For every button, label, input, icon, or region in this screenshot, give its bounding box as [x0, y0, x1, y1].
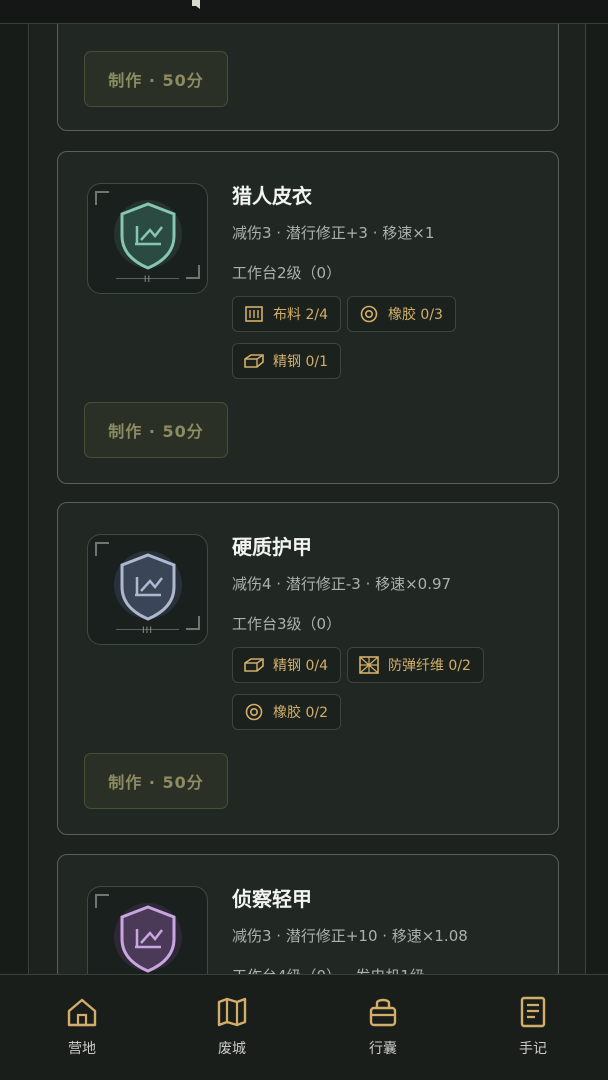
item-stats: 减伤3 · 潜行修正+10 · 移速×1.08: [232, 927, 468, 945]
home-icon: [67, 998, 97, 1027]
workbench-requirement: 工作台3级（0）: [232, 615, 342, 633]
journal-icon: [520, 996, 546, 1028]
item-title: 硬质护甲: [232, 535, 312, 559]
bottom-navigation: 营地 废城 行囊 手记: [0, 974, 608, 1080]
material-chip: 橡胶 0/3: [346, 296, 456, 332]
nav-backpack[interactable]: 行囊: [333, 995, 433, 1065]
speaker-icon: [192, 0, 200, 9]
craft-button[interactable]: 制作 · 50分: [84, 402, 228, 458]
material-chip: 精钢 0/1: [232, 343, 341, 379]
workbench-requirement: 工作台4级（0） · 发电机1级: [232, 965, 425, 974]
item-title: 侦察轻甲: [232, 887, 312, 911]
right-rail: [585, 24, 608, 974]
materials-list: 布料 2/4 橡胶 0/3 精钢 0/1: [232, 296, 532, 390]
material-chip: 布料 2/4: [232, 296, 341, 332]
material-chip: 橡胶 0/2: [232, 694, 341, 730]
item-title: 猎人皮衣: [232, 184, 312, 208]
tier-mark: III: [142, 626, 153, 636]
recipe-card: 制作 · 50分: [57, 24, 559, 131]
recipe-card: II 猎人皮衣 减伤3 · 潜行修正+3 · 移速×1 工作台2级（0） 布料 …: [57, 151, 559, 484]
backpack-icon: [369, 998, 397, 1027]
rubber-icon: [360, 305, 378, 323]
item-thumbnail: II: [87, 183, 208, 294]
workbench-requirement: 工作台2级（0）: [232, 264, 342, 282]
armor-shield-icon: [114, 903, 182, 973]
cloth-icon: [245, 306, 263, 322]
item-stats: 减伤4 · 潜行修正-3 · 移速×0.97: [232, 575, 452, 593]
nav-journal[interactable]: 手记: [483, 995, 583, 1065]
kevlar-icon: [359, 656, 379, 674]
steel-icon: [244, 658, 264, 672]
craft-button[interactable]: 制作 · 50分: [84, 753, 228, 809]
item-stats: 减伤3 · 潜行修正+3 · 移速×1: [232, 224, 435, 242]
left-rail: [0, 24, 29, 974]
steel-icon: [244, 354, 264, 368]
rubber-icon: [245, 703, 263, 721]
recipe-card: 侦察轻甲 减伤3 · 潜行修正+10 · 移速×1.08 工作台4级（0） · …: [57, 854, 559, 974]
armor-shield-icon: [114, 200, 182, 270]
craft-button[interactable]: 制作 · 50分: [84, 51, 228, 107]
recipe-list[interactable]: 制作 · 50分 II 猎人皮衣 减伤3 · 潜行修正+3 · 移速×1 工作台…: [0, 24, 608, 974]
materials-list: 精钢 0/4 防弹纤维 0/2 橡胶 0/2: [232, 647, 532, 741]
tier-mark: II: [143, 275, 152, 285]
map-icon: [217, 997, 247, 1027]
armor-shield-icon: [114, 551, 182, 621]
top-status-bar: [0, 0, 608, 24]
material-chip: 精钢 0/4: [232, 647, 341, 683]
nav-ruined-city[interactable]: 废城: [182, 995, 282, 1065]
item-thumbnail: [87, 886, 208, 974]
material-chip: 防弹纤维 0/2: [346, 647, 484, 683]
recipe-card: III 硬质护甲 减伤4 · 潜行修正-3 · 移速×0.97 工作台3级（0）…: [57, 502, 559, 835]
item-thumbnail: III: [87, 534, 208, 645]
nav-camp[interactable]: 营地: [32, 995, 132, 1065]
